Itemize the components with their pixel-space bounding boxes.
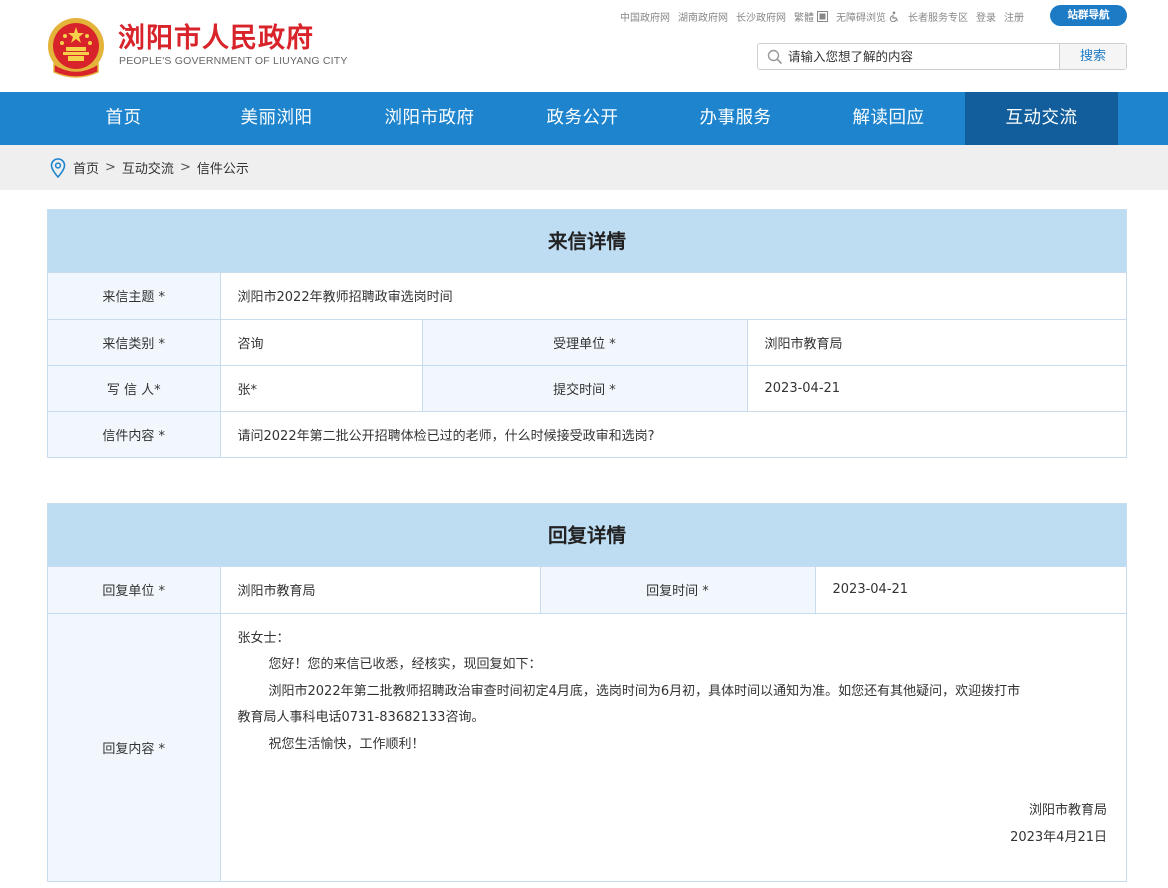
table-row: 信件内容 * 请问2022年第二批公开招聘体检已过的老师，什么时候接受政审和选岗… bbox=[48, 410, 1126, 457]
reply-unit-label: 回复单位 * bbox=[48, 567, 221, 614]
site-group-nav-button[interactable]: 站群导航 bbox=[1050, 5, 1127, 26]
reply-line: 教育局人事科电话0731-83682133咨询。 bbox=[237, 710, 485, 725]
nav-gov-affairs-open[interactable]: 政务公开 bbox=[506, 92, 659, 145]
reply-line: 祝您生活愉快，工作顺利！ bbox=[268, 736, 425, 752]
reply-time-value: 2023-04-21 bbox=[814, 567, 1126, 614]
breadcrumb-separator: > bbox=[179, 160, 191, 175]
search-icon bbox=[764, 44, 786, 69]
reply-spacer bbox=[238, 758, 1110, 798]
link-hunan-gov[interactable]: 湖南政府网 bbox=[678, 9, 728, 24]
writer-label: 写 信 人* bbox=[48, 364, 221, 412]
table-row: 来信主题 * 浏阳市2022年教师招聘政审选岗时间 bbox=[48, 273, 1126, 320]
link-changsha-gov[interactable]: 长沙政府网 bbox=[736, 9, 786, 24]
reply-line: 您好！您的来信已收悉，经核实，现回复如下： bbox=[268, 657, 542, 672]
link-register[interactable]: 注册 bbox=[1004, 9, 1024, 24]
category-label: 来信类别 * bbox=[48, 318, 221, 366]
subject-label: 来信主题 * bbox=[48, 273, 221, 320]
content-value: 请问2022年第二批公开招聘体检已过的老师，什么时候接受政审和选岗? bbox=[219, 410, 1126, 457]
location-pin-icon bbox=[50, 157, 66, 178]
handling-unit-label: 受理单位 * bbox=[421, 318, 748, 366]
nav-interpretation[interactable]: 解读回应 bbox=[812, 92, 965, 145]
nav-services[interactable]: 办事服务 bbox=[659, 92, 812, 145]
letter-details-title: 来信详情 bbox=[48, 210, 1126, 273]
subject-value: 浏阳市2022年教师招聘政审选岗时间 bbox=[219, 273, 1126, 320]
category-value: 咨询 bbox=[219, 318, 423, 366]
table-row: 写 信 人* 张* 提交时间 * 2023-04-21 bbox=[48, 364, 1126, 412]
reply-time-label: 回复时间 * bbox=[539, 567, 816, 614]
reply-line: 浏阳市2022年第二批教师招聘政治审查时间初定4月底，选岗时间为6月初，具体时间… bbox=[268, 683, 1021, 699]
accessibility-label: 无障碍浏览 bbox=[836, 13, 886, 24]
reply-details-table: 回复单位 * 浏阳市教育局 回复时间 * 2023-04-21 回复内容 * 张… bbox=[48, 567, 1126, 881]
reply-details-title: 回复详情 bbox=[48, 504, 1126, 567]
reply-greeting: 张女士： bbox=[237, 630, 290, 646]
content-label: 信件内容 * bbox=[48, 410, 221, 457]
submit-time-label: 提交时间 * bbox=[421, 364, 748, 412]
nav-city-government[interactable]: 浏阳市政府 bbox=[353, 92, 506, 145]
link-traditional-chinese[interactable]: 繁體 bbox=[794, 9, 828, 24]
search-input[interactable] bbox=[786, 44, 1059, 69]
breadcrumb-interaction[interactable]: 互动交流 bbox=[122, 158, 174, 177]
main-nav: 首页 美丽浏阳 浏阳市政府 政务公开 办事服务 解读回应 互动交流 bbox=[0, 92, 1168, 145]
reply-content-value: 张女士： 您好！您的来信已收悉，经核实，现回复如下： 浏阳市2022年第二批教师… bbox=[219, 612, 1126, 881]
breadcrumb-home[interactable]: 首页 bbox=[73, 158, 99, 177]
nav-beautiful-liuyang[interactable]: 美丽浏阳 bbox=[200, 92, 353, 145]
letter-details-table: 来信主题 * 浏阳市2022年教师招聘政审选岗时间 来信类别 * 咨询 受理单位… bbox=[48, 273, 1126, 457]
nav-home[interactable]: 首页 bbox=[47, 92, 200, 145]
breadcrumb-separator: > bbox=[105, 160, 116, 175]
reply-signature-date: 2023年4月21日 bbox=[1010, 829, 1107, 845]
reply-details-panel: 回复详情 回复单位 * 浏阳市教育局 回复时间 * 2023-04-21 回复内… bbox=[47, 503, 1127, 882]
search-button[interactable]: 搜索 bbox=[1059, 44, 1126, 69]
handling-unit-value: 浏阳市教育局 bbox=[746, 318, 1126, 366]
reply-content-label: 回复内容 * bbox=[48, 612, 221, 881]
table-row: 来信类别 * 咨询 受理单位 * 浏阳市教育局 bbox=[48, 318, 1126, 366]
link-login[interactable]: 登录 bbox=[976, 9, 996, 24]
reply-signature-org: 浏阳市教育局 bbox=[1028, 803, 1107, 818]
nav-interaction[interactable]: 互动交流 bbox=[965, 92, 1118, 145]
submit-time-value: 2023-04-21 bbox=[746, 364, 1126, 412]
site-header: 浏阳市人民政府 PEOPLE'S GOVERNMENT OF LIUYANG C… bbox=[0, 0, 1168, 92]
link-elderly-zone[interactable]: 长者服务专区 bbox=[908, 9, 968, 24]
table-row: 回复单位 * 浏阳市教育局 回复时间 * 2023-04-21 bbox=[48, 567, 1126, 614]
letter-details-panel: 来信详情 来信主题 * 浏阳市2022年教师招聘政审选岗时间 来信类别 * 咨询… bbox=[47, 209, 1127, 458]
traditional-label: 繁體 bbox=[794, 13, 814, 24]
breadcrumb-letters[interactable]: 信件公示 bbox=[197, 158, 249, 177]
search-box: 搜索 bbox=[757, 43, 1127, 70]
traditional-chinese-icon bbox=[817, 11, 828, 22]
link-accessibility[interactable]: 无障碍浏览 bbox=[836, 9, 900, 24]
link-gov-cn[interactable]: 中国政府网 bbox=[620, 9, 670, 24]
top-links: 中国政府网 湖南政府网 长沙政府网 繁體 无障碍浏览 长者服务专区 登录 注册 bbox=[612, 9, 1024, 24]
site-name-en: PEOPLE'S GOVERNMENT OF LIUYANG CITY bbox=[119, 55, 348, 67]
accessibility-icon bbox=[889, 11, 899, 22]
table-row: 回复内容 * 张女士： 您好！您的来信已收悉，经核实，现回复如下： 浏阳市202… bbox=[48, 612, 1126, 881]
writer-value: 张* bbox=[219, 364, 423, 412]
reply-unit-value: 浏阳市教育局 bbox=[219, 567, 541, 614]
breadcrumb: 首页 > 互动交流 > 信件公示 bbox=[0, 145, 1168, 190]
site-name[interactable]: 浏阳市人民政府 bbox=[118, 16, 314, 55]
national-emblem-icon[interactable] bbox=[46, 16, 106, 80]
